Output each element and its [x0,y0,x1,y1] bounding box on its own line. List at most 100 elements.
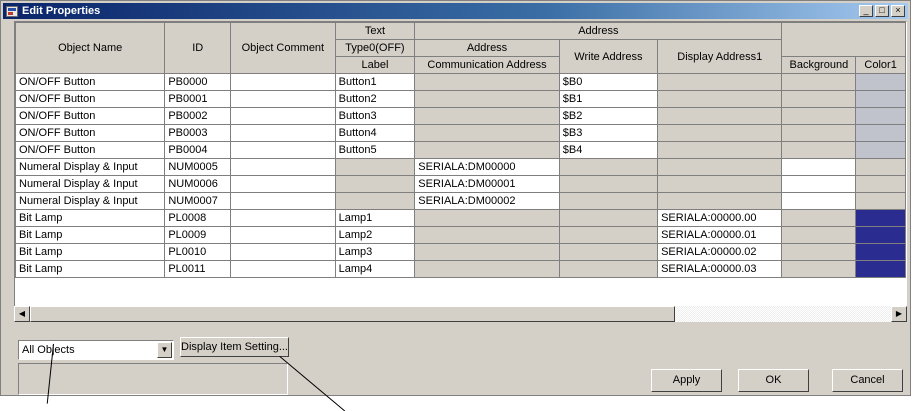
cell-id[interactable]: PL0010 [164,243,232,261]
cell-address[interactable]: SERIALA:DM00002 [414,192,560,210]
cell-object-comment[interactable] [230,260,336,278]
table-row[interactable]: ON/OFF Button PB0003 Button4 $B3 [15,124,906,142]
cell-id[interactable]: PB0001 [164,90,232,108]
cell-write-address[interactable]: $B1 [558,90,659,108]
cell-label[interactable] [334,158,416,176]
cell-id[interactable]: PL0011 [164,260,232,278]
cell-address[interactable] [414,260,560,278]
cell-background[interactable] [781,175,857,193]
table-row[interactable]: Numeral Display & Input NUM0006 SERIALA:DM… [15,175,906,193]
cell-address[interactable]: SERIALA:DM00000 [414,158,560,176]
cell-object-name[interactable]: ON/OFF Button [15,73,166,91]
cell-display-address1[interactable]: SERIALA:00000.02 [657,243,783,261]
close-button[interactable]: × [891,5,905,17]
cell-display-address1[interactable] [657,90,783,108]
cell-object-comment[interactable] [230,107,336,125]
cell-background[interactable] [781,192,857,210]
cell-display-address1[interactable] [657,141,783,159]
header-display-address1[interactable]: Display Address1 [657,39,783,74]
cell-address[interactable] [414,90,560,108]
cell-object-name[interactable]: ON/OFF Button [15,107,166,125]
scroll-thumb[interactable] [30,306,675,322]
cell-address[interactable] [414,73,560,91]
cell-display-address1[interactable] [657,124,783,142]
display-item-setting-button[interactable]: Display Item Setting... [180,337,289,357]
header-label[interactable]: Label [334,56,416,74]
cell-color1[interactable] [855,90,906,108]
cell-write-address[interactable] [558,192,659,210]
cell-label[interactable] [334,192,416,210]
table-row[interactable]: ON/OFF Button PB0004 Button5 $B4 [15,141,906,159]
cell-color1[interactable] [855,243,906,261]
cell-label[interactable]: Lamp3 [334,243,416,261]
cell-color1[interactable] [855,141,906,159]
header-color1[interactable]: Color1 [855,56,906,74]
cell-object-name[interactable]: Bit Lamp [15,226,166,244]
cell-background[interactable] [781,158,857,176]
cell-display-address1[interactable] [657,158,783,176]
cell-object-name[interactable]: ON/OFF Button [15,141,166,159]
cell-object-name[interactable]: Bit Lamp [15,209,166,227]
cell-object-name[interactable]: Numeral Display & Input [15,175,166,193]
cancel-button[interactable]: Cancel [832,369,903,392]
header-object-comment[interactable]: Object Comment [230,22,336,74]
header-background[interactable]: Background [781,56,857,74]
cell-id[interactable]: PB0003 [164,124,232,142]
cell-color1[interactable] [855,73,906,91]
cell-object-name[interactable]: Bit Lamp [15,243,166,261]
cell-color1[interactable] [855,107,906,125]
cell-object-comment[interactable] [230,175,336,193]
cell-label[interactable]: Button4 [334,124,416,142]
cell-id[interactable]: NUM0006 [164,175,232,193]
cell-address[interactable] [414,226,560,244]
cell-object-comment[interactable] [230,209,336,227]
cell-write-address[interactable]: $B3 [558,124,659,142]
cell-write-address[interactable]: $B4 [558,141,659,159]
table-row[interactable]: Bit Lamp PL0010 Lamp3 SERIALA:00000.02 [15,243,906,261]
cell-id[interactable]: NUM0007 [164,192,232,210]
apply-button[interactable]: Apply [651,369,722,392]
cell-background[interactable] [781,141,857,159]
cell-write-address[interactable] [558,175,659,193]
cell-display-address1[interactable] [657,73,783,91]
header-address[interactable]: Address [414,39,560,57]
chevron-down-icon[interactable]: ▼ [157,342,172,358]
cell-background[interactable] [781,243,857,261]
cell-color1[interactable] [855,260,906,278]
table-row[interactable]: ON/OFF Button PB0001 Button2 $B1 [15,90,906,108]
cell-id[interactable]: PB0000 [164,73,232,91]
cell-object-name[interactable]: ON/OFF Button [15,124,166,142]
cell-write-address[interactable] [558,158,659,176]
cell-background[interactable] [781,107,857,125]
cell-object-comment[interactable] [230,90,336,108]
cell-color1[interactable] [855,226,906,244]
minimize-button[interactable]: _ [859,5,873,17]
cell-id[interactable]: PL0008 [164,209,232,227]
cell-color1[interactable] [855,209,906,227]
header-object-name[interactable]: Object Name [15,22,166,74]
cell-display-address1[interactable] [657,192,783,210]
cell-object-comment[interactable] [230,141,336,159]
cell-label[interactable]: Button5 [334,141,416,159]
object-filter-select[interactable]: All Objects ▼ [18,340,174,360]
header-address-group[interactable]: Address [414,22,783,40]
table-row[interactable]: Numeral Display & Input NUM0007 SERIALA:DM… [15,192,906,210]
cell-object-comment[interactable] [230,73,336,91]
cell-write-address[interactable]: $B2 [558,107,659,125]
table-row[interactable]: ON/OFF Button PB0002 Button3 $B2 [15,107,906,125]
cell-object-comment[interactable] [230,192,336,210]
cell-display-address1[interactable] [657,107,783,125]
cell-address[interactable] [414,124,560,142]
cell-id[interactable]: PB0004 [164,141,232,159]
cell-background[interactable] [781,90,857,108]
cell-label[interactable]: Lamp1 [334,209,416,227]
cell-write-address[interactable] [558,243,659,261]
cell-write-address[interactable] [558,260,659,278]
cell-address[interactable] [414,209,560,227]
cell-color1[interactable] [855,158,906,176]
cell-object-name[interactable]: Numeral Display & Input [15,158,166,176]
cell-object-name[interactable]: ON/OFF Button [15,90,166,108]
header-write-address[interactable]: Write Address [558,39,659,74]
horizontal-scrollbar[interactable]: ◀ ▶ [14,306,907,322]
cell-address[interactable] [414,107,560,125]
